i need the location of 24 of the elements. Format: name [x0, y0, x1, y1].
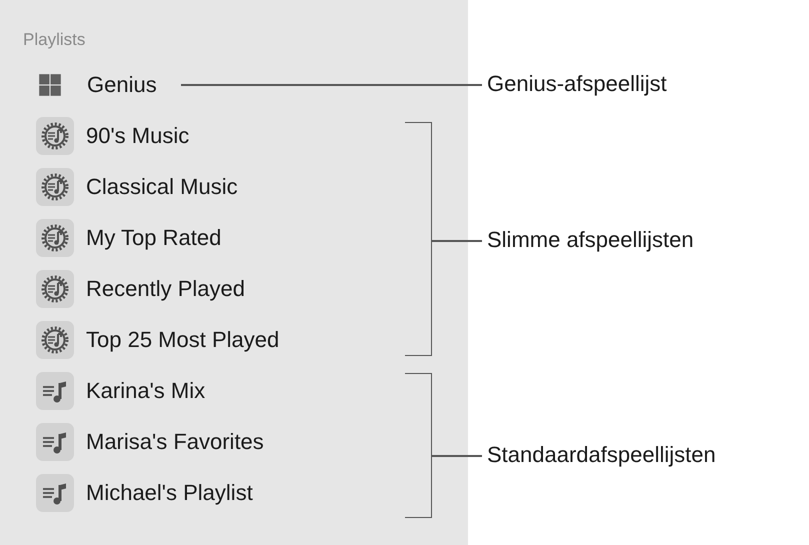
- playlist-icon: [36, 474, 74, 512]
- smart-playlist-icon: [36, 320, 74, 358]
- playlist-item[interactable]: Top 25 Most Played: [86, 326, 280, 352]
- callout-label: Slimme afspeellijsten: [487, 226, 694, 254]
- playlist-item[interactable]: Marisa's Favorites: [86, 428, 264, 454]
- playlist-icon: [36, 422, 74, 460]
- playlist-item[interactable]: Classical Music: [86, 174, 238, 200]
- callout-label: Genius-afspeellijst: [487, 70, 667, 98]
- smart-playlist-icon: [36, 116, 74, 154]
- smart-playlist-icon: [36, 270, 74, 308]
- callout-label: Standaardafspeellijsten: [487, 441, 716, 469]
- playlist-icon: [36, 372, 74, 410]
- playlist-item[interactable]: 90's Music: [86, 122, 190, 148]
- playlist-item[interactable]: Genius: [87, 72, 157, 98]
- playlist-item[interactable]: Karina's Mix: [86, 378, 206, 404]
- leader-line: [432, 240, 482, 242]
- leader-line: [432, 455, 482, 456]
- playlist-item[interactable]: Michael's Playlist: [86, 480, 253, 506]
- smart-playlist-icon: [36, 218, 74, 256]
- section-heading: Playlists: [22, 29, 86, 51]
- grid-icon: [37, 72, 63, 98]
- playlist-item[interactable]: Recently Played: [86, 276, 245, 302]
- smart-playlist-icon: [36, 168, 74, 206]
- playlist-item[interactable]: My Top Rated: [86, 224, 222, 250]
